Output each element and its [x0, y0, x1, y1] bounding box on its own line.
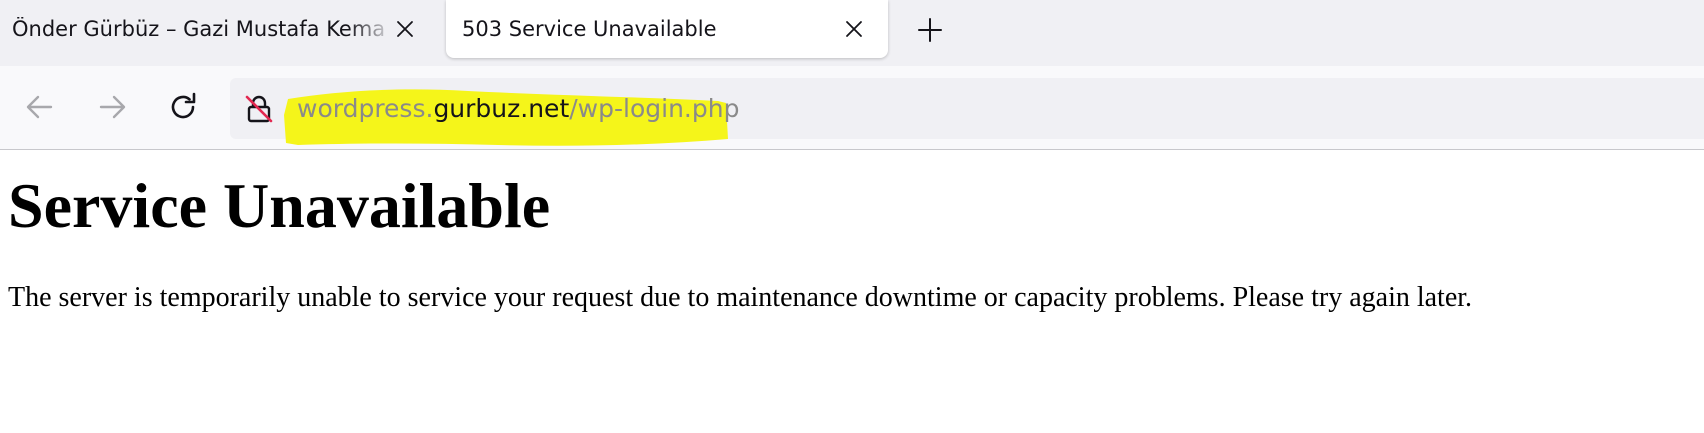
url-prefix: wordpress.	[297, 94, 434, 123]
new-tab-button[interactable]	[913, 13, 947, 47]
back-button[interactable]	[21, 88, 59, 126]
forward-button[interactable]	[93, 88, 131, 126]
reload-icon	[171, 92, 196, 119]
tab-503-service-unavailable[interactable]: 503 Service Unavailable	[446, 0, 888, 58]
error-message: The server is temporarily unable to serv…	[8, 282, 1473, 313]
reload-button[interactable]	[165, 88, 203, 126]
tab-title: 503 Service Unavailable	[462, 17, 717, 41]
url-text[interactable]: wordpress.gurbuz.net/wp-login.php	[297, 94, 739, 124]
tab-strip: Önder Gürbüz – Gazi Mustafa Kema 503 Ser…	[0, 0, 1704, 66]
tab-onder-gurbuz[interactable]: Önder Gürbüz – Gazi Mustafa Kema	[0, 0, 430, 58]
close-icon[interactable]	[840, 15, 868, 43]
url-host: gurbuz.net	[433, 94, 570, 123]
url-path: /wp-login.php	[569, 94, 740, 123]
arrow-right-icon	[99, 95, 126, 119]
page-title: Service Unavailable	[8, 170, 551, 241]
tab-title: Önder Gürbüz – Gazi Mustafa Kema	[12, 17, 386, 41]
arrow-left-icon	[26, 95, 53, 119]
navigation-toolbar: wordpress.gurbuz.net/wp-login.php	[0, 66, 1704, 150]
insecure-lock-icon[interactable]	[244, 94, 274, 124]
plus-icon	[918, 18, 942, 42]
page-content: Service Unavailable The server is tempor…	[8, 150, 1698, 315]
address-bar[interactable]: wordpress.gurbuz.net/wp-login.php	[230, 78, 1704, 146]
close-icon[interactable]	[391, 15, 419, 43]
